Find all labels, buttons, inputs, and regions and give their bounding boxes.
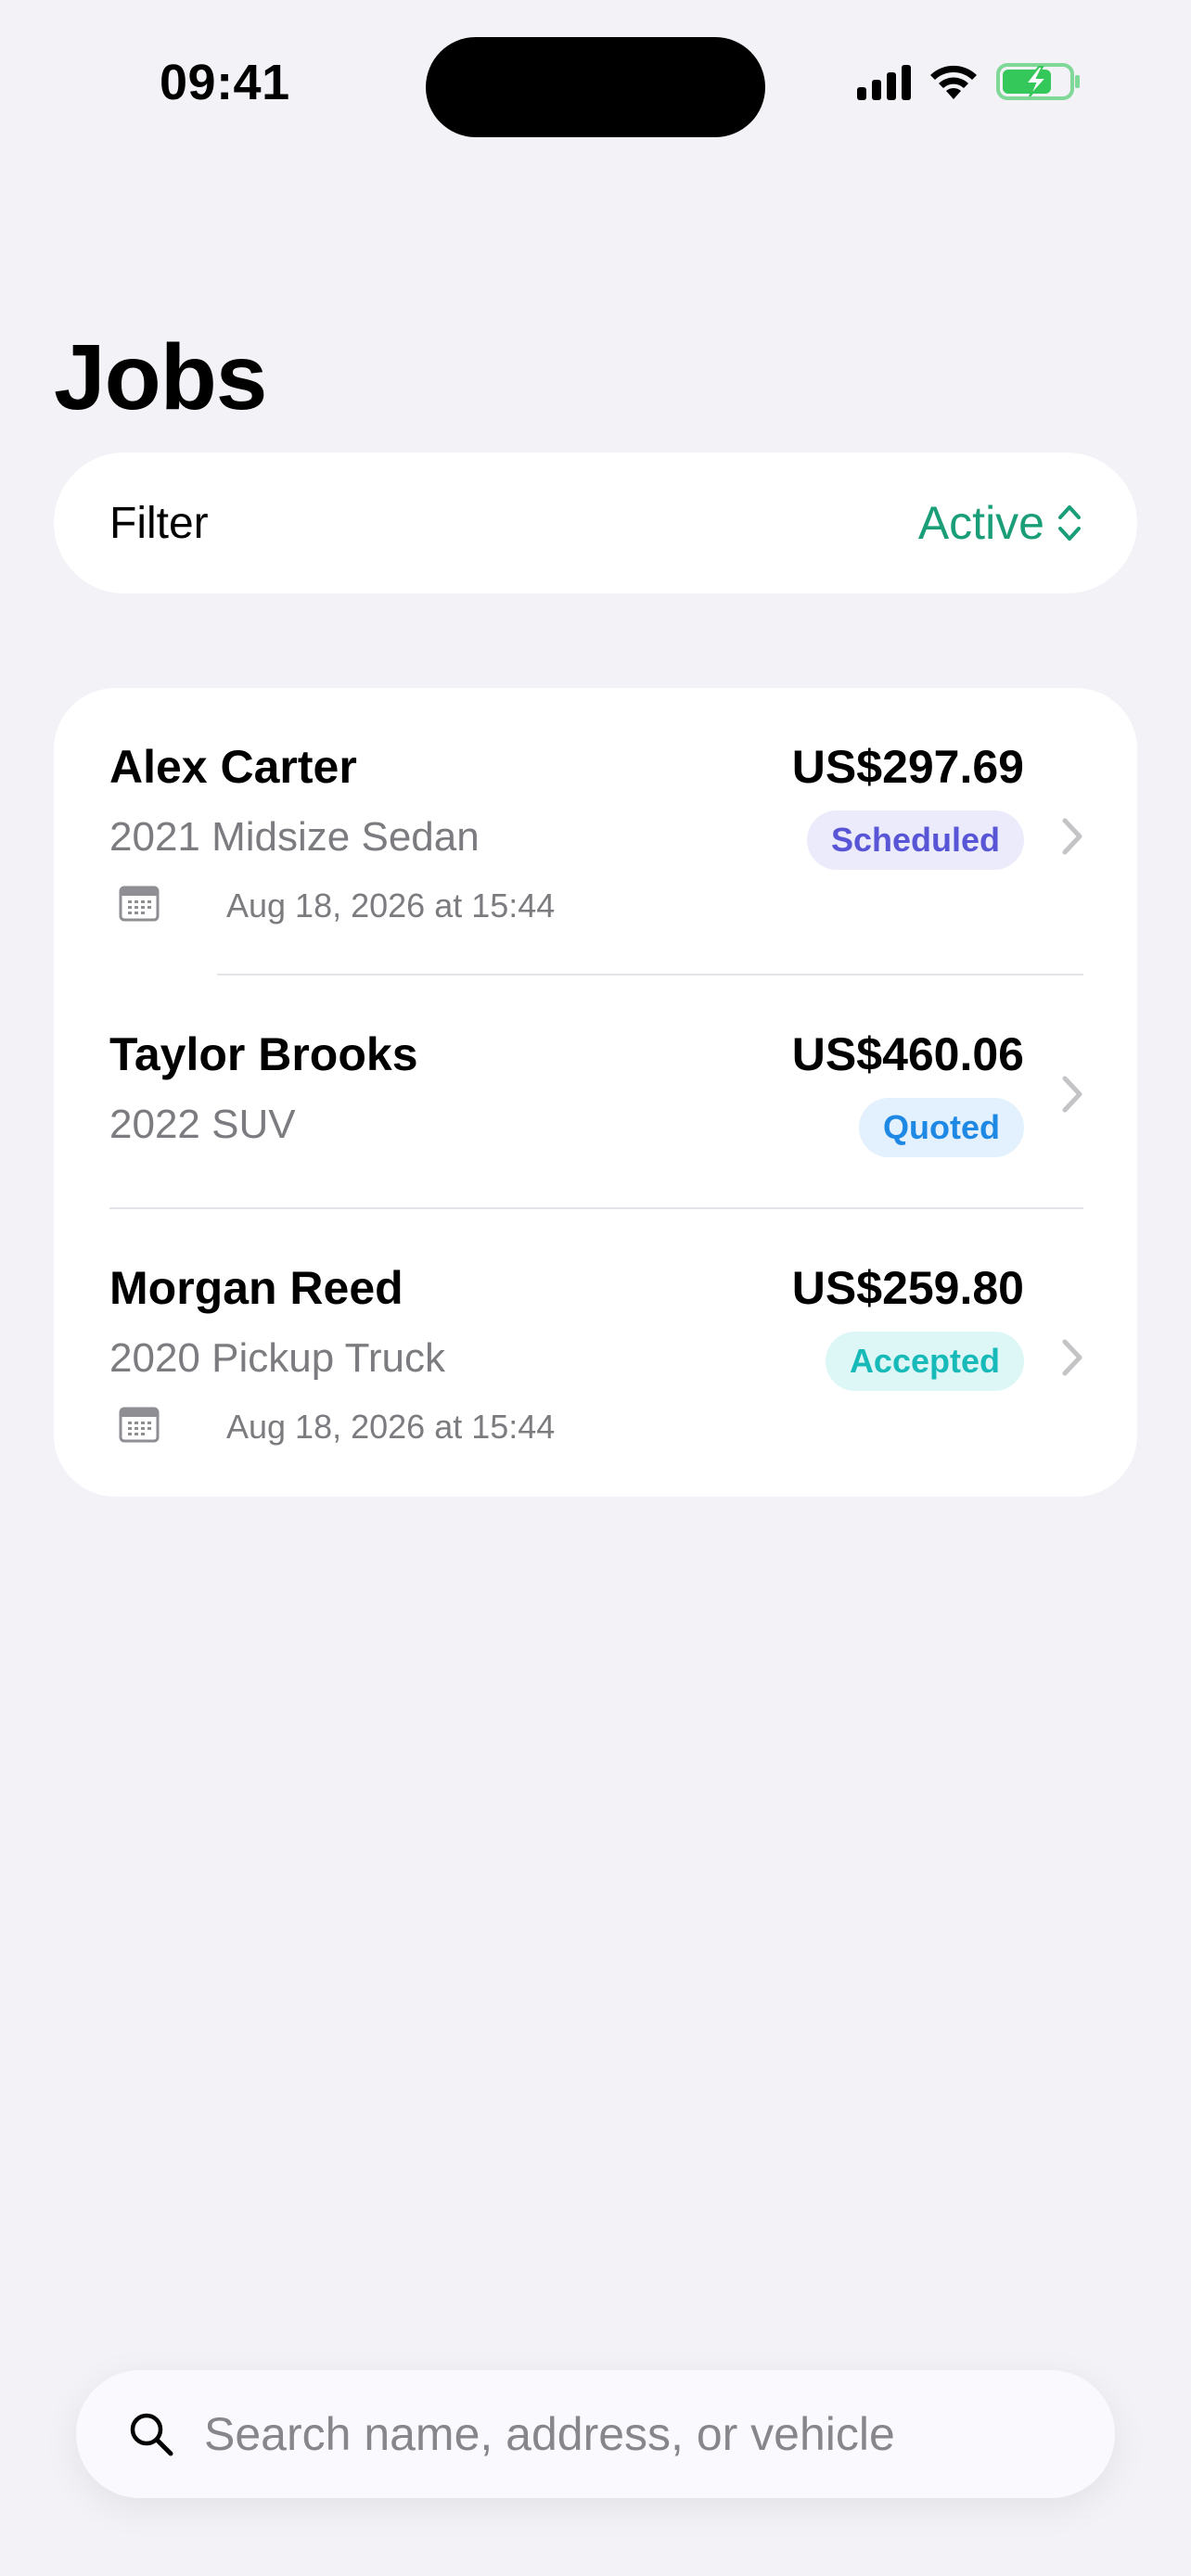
chevron-right-icon <box>1062 818 1082 855</box>
job-row-morgan-reed[interactable]: Morgan Reed 2020 Pickup Truck US$259.80 … <box>54 1209 1137 1497</box>
cellular-signal-icon <box>857 63 911 100</box>
calendar-icon <box>119 886 160 922</box>
chevron-up-down-icon <box>1058 505 1081 541</box>
search-icon <box>130 2413 173 2456</box>
job-row-taylor-brooks[interactable]: Taylor Brooks 2022 SUV US$460.06 Quoted <box>54 976 1137 1209</box>
filter-value-button[interactable]: Active <box>918 496 1082 550</box>
job-date: Aug 18, 2026 at 15:44 <box>226 1408 556 1446</box>
page-title: Jobs <box>54 325 267 429</box>
filter-label: Filter <box>109 498 209 548</box>
chevron-right-icon <box>1062 1339 1082 1376</box>
job-price: US$297.69 <box>791 741 1024 793</box>
job-customer-name: Alex Carter <box>109 741 357 793</box>
job-vehicle: 2020 Pickup Truck <box>109 1335 445 1381</box>
wifi-icon <box>930 65 977 99</box>
job-customer-name: Morgan Reed <box>109 1262 403 1314</box>
filter-selector[interactable]: Filter Active <box>54 453 1137 593</box>
filter-value: Active <box>917 497 1044 549</box>
job-customer-name: Taylor Brooks <box>109 1028 418 1080</box>
job-row-alex-carter[interactable]: Alex Carter 2021 Midsize Sedan US$297.69… <box>54 688 1137 976</box>
calendar-icon <box>119 1407 160 1443</box>
status-badge: Accepted <box>825 1332 1024 1391</box>
job-date-row: Aug 18, 2026 at 15:44 <box>119 885 555 925</box>
battery-charging-icon <box>996 63 1080 100</box>
jobs-list: Alex Carter 2021 Midsize Sedan US$297.69… <box>54 688 1137 1497</box>
search-bar[interactable]: Search name, address, or vehicle <box>76 2370 1115 2498</box>
chevron-right-icon <box>1062 1076 1082 1113</box>
jobs-screen: 09:41 Jobs Filter Active Alex Carter 202… <box>0 0 1191 2576</box>
search-input[interactable]: Search name, address, or vehicle <box>204 2407 895 2461</box>
job-date: Aug 18, 2026 at 15:44 <box>226 886 556 925</box>
dynamic-island <box>426 37 765 137</box>
status-badge: Scheduled <box>806 810 1024 870</box>
job-date-row: Aug 18, 2026 at 15:44 <box>119 1406 555 1446</box>
status-time: 09:41 <box>160 55 290 110</box>
status-icons <box>857 61 1082 102</box>
job-vehicle: 2022 SUV <box>109 1102 296 1147</box>
job-price: US$460.06 <box>791 1028 1024 1080</box>
job-price: US$259.80 <box>791 1262 1024 1314</box>
job-vehicle: 2021 Midsize Sedan <box>109 814 480 860</box>
status-badge: Quoted <box>859 1098 1024 1157</box>
